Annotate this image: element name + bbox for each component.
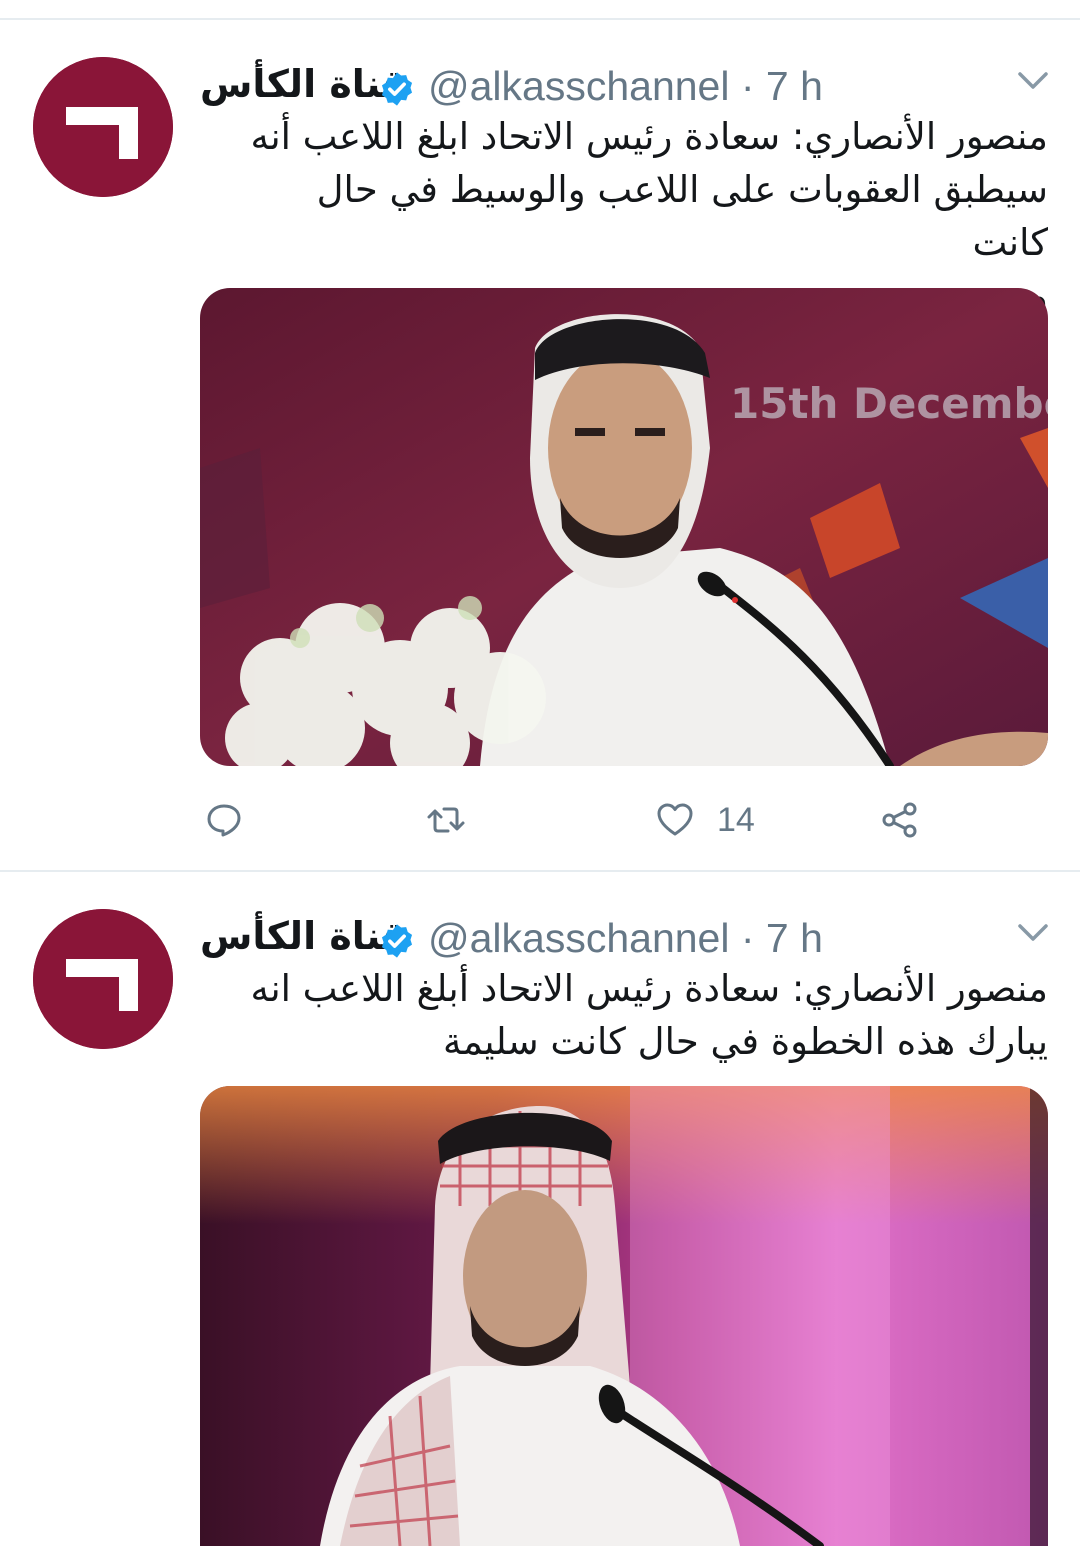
retweet-icon <box>427 807 465 833</box>
tweet-photo[interactable]: 15th December <box>200 288 1048 766</box>
chevron-down-icon[interactable] <box>1016 70 1050 92</box>
tweet-photo[interactable] <box>200 1086 1048 1546</box>
display-name[interactable]: قناة الكأس <box>200 914 406 958</box>
retweet-button[interactable] <box>426 795 466 845</box>
verified-badge-icon <box>381 72 413 106</box>
avatar[interactable] <box>33 909 173 1049</box>
like-icon <box>657 803 693 836</box>
reply-button[interactable] <box>204 795 244 845</box>
handle-and-time[interactable]: @alkasschannel · 7 h <box>428 63 823 110</box>
reply-icon <box>207 804 241 837</box>
like-button[interactable]: 14 <box>655 795 755 845</box>
tweet-actions: 14 <box>200 795 940 845</box>
tweet-text: منصور الأنصاري: سعادة رئيس الاتحاد أبلغ … <box>248 962 1049 1068</box>
like-count: 14 <box>717 800 755 839</box>
tweet-card[interactable]: قناة الكأس @alkasschannel · 7 h منصور ال… <box>0 872 1080 1546</box>
chevron-down-icon[interactable] <box>1016 922 1050 944</box>
share-button[interactable] <box>880 795 920 845</box>
tweet-text-line: منصور الأنصاري: سعادة رئيس الاتحاد أبلغ … <box>250 967 1049 1010</box>
press-conference-photo: 15th December <box>200 288 1048 766</box>
tweet-card[interactable]: قناة الكأس @alkasschannel · 7 h منصور ال… <box>0 20 1080 870</box>
share-icon <box>882 802 917 838</box>
podium-speaker-photo <box>200 1086 1048 1546</box>
avatar[interactable] <box>33 57 173 197</box>
tweet-text-line: سيطبق العقوبات على اللاعب والوسيط في حال… <box>316 168 1048 264</box>
sponsor-wordmark-text: 15th December <box>730 379 1048 428</box>
channel-logo-icon <box>33 909 173 1049</box>
handle-and-time[interactable]: @alkasschannel · 7 h <box>428 915 823 962</box>
tweet-text-line: منصور الأنصاري: سعادة رئيس الاتحاد ابلغ … <box>250 115 1049 158</box>
media-caption: 15th December <box>730 379 1048 428</box>
verified-badge-icon <box>381 924 413 958</box>
display-name[interactable]: قناة الكأس <box>200 62 406 106</box>
tweet-text-line: يبارك هذه الخطوة في حال كانت سليمة <box>443 1020 1048 1063</box>
channel-logo-icon <box>33 57 173 197</box>
